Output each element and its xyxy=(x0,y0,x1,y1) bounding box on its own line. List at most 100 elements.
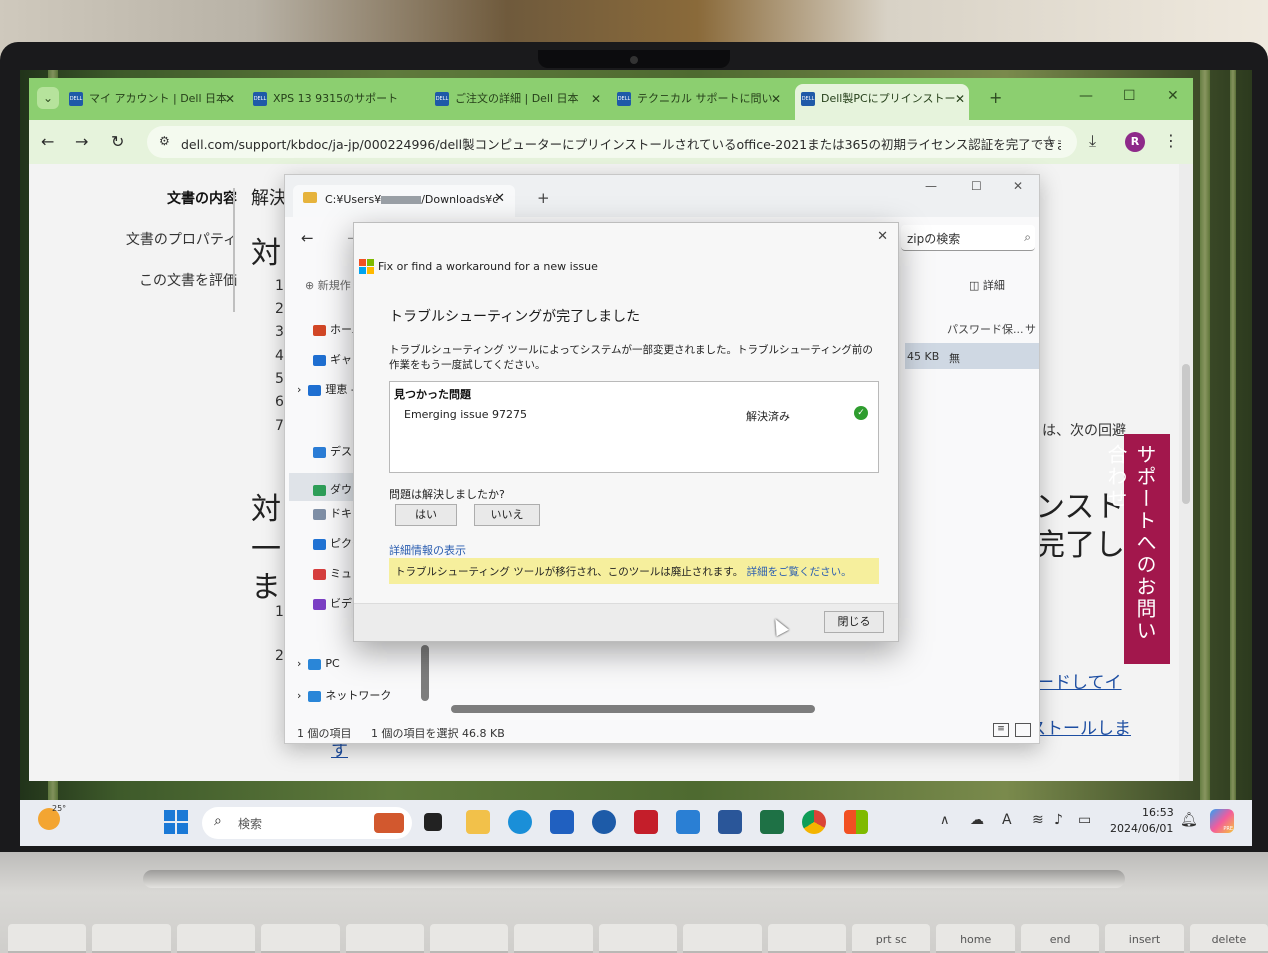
tiles-view-icon[interactable] xyxy=(1015,723,1031,737)
details-pane-button[interactable]: ◫ 詳細 xyxy=(969,277,1005,293)
column-header-size[interactable]: サ xyxy=(1025,321,1036,337)
sidebar-item-pc[interactable]: › PC xyxy=(297,657,340,670)
ime-indicator[interactable]: A xyxy=(1002,812,1012,828)
minimize-button[interactable]: — xyxy=(1079,88,1093,104)
page-scrollbar[interactable] xyxy=(1179,164,1193,781)
minimize-button[interactable]: — xyxy=(925,179,937,193)
volume-icon[interactable]: ♪ xyxy=(1054,812,1063,828)
back-arrow-icon[interactable]: ← xyxy=(301,229,314,247)
mail-icon[interactable] xyxy=(676,810,700,834)
word-icon[interactable] xyxy=(718,810,742,834)
copilot-badge: PRE xyxy=(1223,826,1233,832)
horizontal-scrollbar[interactable] xyxy=(451,705,815,713)
url-text[interactable]: dell.com/support/kbdoc/ja-jp/000224996/d… xyxy=(181,134,1061,153)
notification-bell-icon[interactable]: 🔔︎ xyxy=(1180,812,1198,828)
weather-widget[interactable]: 25° xyxy=(38,804,66,830)
tray-overflow-icon[interactable]: ∧ xyxy=(940,813,950,828)
explorer-tab[interactable]: C:¥Users¥ /Downloads¥c ✕ xyxy=(293,185,515,217)
tab-label: ご注文の詳細 | Dell 日本 xyxy=(455,92,579,105)
toc-document-content[interactable]: 文書の内容 xyxy=(167,188,237,208)
download-link-fragment[interactable]: ードしてイ xyxy=(1037,668,1122,693)
microsoft-store-icon[interactable] xyxy=(550,810,574,834)
tab-search-chevron-icon[interactable]: ⌄ xyxy=(37,87,59,109)
contact-support-tab[interactable]: サポートへのお問い合わせ xyxy=(1104,434,1170,664)
battery-icon[interactable]: ▭ xyxy=(1078,812,1091,828)
gallery-icon xyxy=(313,354,326,366)
dell-favicon-icon: DELL xyxy=(617,92,631,106)
keyboard-key xyxy=(176,924,256,953)
function-key-row: prt sc home end insert delete xyxy=(8,924,1268,953)
keyboard-key-prtsc: prt sc xyxy=(852,924,931,953)
chrome-icon[interactable] xyxy=(802,810,826,834)
close-tab-icon[interactable]: ✕ xyxy=(494,191,505,206)
tab-order-details[interactable]: DELL ご注文の詳細 | Dell 日本 ✕ xyxy=(435,90,605,120)
forward-arrow-icon[interactable]: → xyxy=(75,132,88,151)
view-details-link[interactable]: 詳細情報の表示 xyxy=(389,542,466,558)
tab-technical-support[interactable]: DELL テクニカル サポートに問い ✕ xyxy=(617,90,785,120)
column-header-password-protected[interactable]: パスワード保... xyxy=(947,321,1024,337)
file-protected-cell: 無 xyxy=(949,352,960,365)
maximize-button[interactable]: ☐ xyxy=(1123,88,1136,104)
excel-icon[interactable] xyxy=(760,810,784,834)
download-icon[interactable]: ⤓ xyxy=(1089,131,1096,151)
troubleshooter-taskbar-icon[interactable] xyxy=(844,810,868,834)
mcafee-icon[interactable] xyxy=(634,810,658,834)
profile-avatar[interactable]: R xyxy=(1125,132,1145,152)
clock-date[interactable]: 2024/06/01 xyxy=(1110,822,1173,835)
tab-close-icon[interactable]: ✕ xyxy=(225,92,235,106)
tab-my-account[interactable]: DELL マイ アカウント | Dell 日本 ✕ xyxy=(69,90,239,120)
toc-document-properties[interactable]: 文書のプロパティ xyxy=(126,229,237,249)
tab-xps-support[interactable]: DELL XPS 13 9315のサポート xyxy=(253,90,423,120)
redacted-username xyxy=(381,196,422,204)
task-view-icon[interactable] xyxy=(424,813,442,831)
tab-close-icon[interactable]: ✕ xyxy=(955,92,965,106)
close-window-button[interactable]: ✕ xyxy=(1167,88,1179,104)
yes-button[interactable]: はい xyxy=(395,504,457,526)
edge-browser-icon[interactable] xyxy=(508,810,532,834)
body-text-fragment: は、次の回避 xyxy=(1042,423,1126,439)
explorer-search-input[interactable]: zipの検索 ⌕ xyxy=(901,225,1035,251)
new-item-button[interactable]: ⊕ 新規作 xyxy=(305,277,351,293)
new-tab-button[interactable]: + xyxy=(989,88,1002,107)
section-heading-fragment: ま xyxy=(251,570,281,605)
dialog-close-icon[interactable]: ✕ xyxy=(877,229,888,244)
maximize-button[interactable]: ☐ xyxy=(971,179,982,193)
tab-close-icon[interactable]: ✕ xyxy=(771,92,781,106)
clock-time[interactable]: 16:53 xyxy=(1142,806,1174,819)
copilot-icon[interactable]: PRE xyxy=(1210,809,1234,833)
browser-menu-icon[interactable]: ⋮ xyxy=(1163,131,1179,150)
bookmark-star-icon[interactable]: ☆ xyxy=(1042,132,1056,151)
details-view-icon[interactable]: ≡ xyxy=(993,723,1009,737)
no-button[interactable]: いいえ xyxy=(474,504,540,526)
tab-strip: ⌄ DELL マイ アカウント | Dell 日本 ✕ DELL XPS 13 93… xyxy=(29,78,1193,120)
laptop-screen: ⌄ DELL マイ アカウント | Dell 日本 ✕ DELL XPS 13 93… xyxy=(20,70,1252,846)
dialog-description: トラブルシューティング ツールによってシステムが一部変更されました。トラブルシュ… xyxy=(389,344,873,371)
wifi-icon[interactable]: ≋ xyxy=(1032,812,1044,828)
install-link-fragment[interactable]: ストールしま xyxy=(1029,714,1131,739)
back-arrow-icon[interactable]: ← xyxy=(41,132,54,151)
file-explorer-taskbar-icon[interactable] xyxy=(466,810,490,834)
address-bar[interactable]: ⚙ dell.com/support/kbdoc/ja-jp/000224996… xyxy=(147,126,1077,158)
sidebar-item-onedrive[interactable]: › 理恵 - xyxy=(297,381,355,397)
new-tab-button[interactable]: + xyxy=(537,189,550,207)
tab-dell-preinstalled[interactable]: DELL Dell製PCにプリインストー ✕ xyxy=(795,84,969,120)
page-scroll-thumb[interactable] xyxy=(1182,364,1190,504)
pc-icon xyxy=(308,658,322,670)
site-info-icon[interactable]: ⚙ xyxy=(159,134,170,148)
issue-status: 解決済み xyxy=(746,410,790,423)
taskbar-search-box[interactable]: ⌕ 検索 xyxy=(202,807,412,839)
close-button[interactable]: 閉じる xyxy=(824,611,884,633)
cloud-folder-icon xyxy=(308,384,322,396)
sidebar-scrollbar[interactable] xyxy=(421,645,429,701)
keyboard-key xyxy=(430,924,509,953)
start-button[interactable] xyxy=(164,810,188,834)
sidebar-item-network[interactable]: › ネットワーク xyxy=(297,687,391,703)
learn-more-link[interactable]: 詳細をご覧ください。 xyxy=(747,566,852,578)
close-window-button[interactable]: ✕ xyxy=(1013,179,1023,193)
dell-app-icon[interactable] xyxy=(592,810,616,834)
toc-rate-document[interactable]: この文書を評価 xyxy=(139,270,237,290)
reload-icon[interactable]: ↻ xyxy=(111,132,124,151)
onedrive-icon[interactable]: ☁ xyxy=(970,812,984,828)
tab-close-icon[interactable]: ✕ xyxy=(591,92,601,106)
keyboard-key xyxy=(598,924,678,953)
